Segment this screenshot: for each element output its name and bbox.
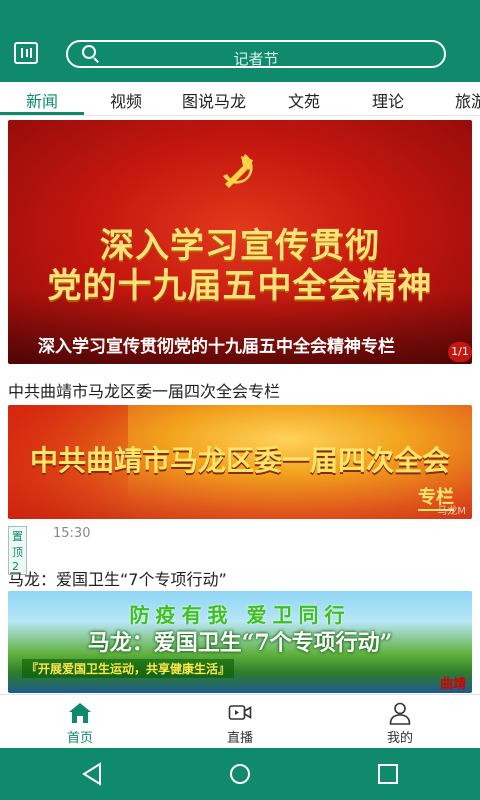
search-bar[interactable]: 记者节 — [66, 40, 446, 68]
article-title-1[interactable]: 中共曲靖市马龙区委一届四次全会专栏 — [8, 378, 280, 402]
live-video-icon — [228, 705, 252, 720]
tab-photo-malong[interactable]: 图说马龙 — [182, 88, 246, 112]
nav-live-label: 直播 — [226, 731, 253, 746]
tab-travel[interactable]: 旅游 — [455, 88, 480, 112]
back-icon[interactable] — [80, 762, 104, 786]
category-tabs: 新闻 视频 图说马龙 文苑 理论 旅游 — [0, 82, 480, 116]
tab-theory[interactable]: 理论 — [372, 88, 404, 112]
article-image-2-line2: 马龙：爱国卫生“7个专项行动” — [87, 630, 393, 656]
article-image-2-line1: 防疫有我 爱卫同行 — [129, 603, 351, 627]
article-time: 15:30 — [53, 526, 91, 541]
profile-icon — [389, 702, 411, 725]
article-image-2[interactable]: 防疫有我 爱卫同行 马龙：爱国卫生“7个专项行动” 『开展爱国卫生运动，共享健康… — [8, 591, 472, 693]
article-image-1-watermark: 马龙M — [437, 506, 466, 517]
recents-icon[interactable] — [376, 762, 400, 786]
tab-literature[interactable]: 文苑 — [288, 88, 320, 112]
app-header: 记者节 — [0, 0, 480, 82]
article-image-1-text: 中共曲靖市马龙区委一届四次全会 — [29, 444, 450, 477]
article-image-1[interactable]: 中共曲靖市马龙区委一届四次全会 专栏 马龙M — [8, 405, 472, 519]
home-icon — [69, 703, 91, 723]
nav-home-label: 首页 — [66, 731, 93, 746]
banner-headline-2: 党的十九届五中全会精神 — [47, 266, 433, 306]
banner-caption: 深入学习宣传贯彻党的十九届五中全会精神专栏 — [38, 337, 395, 357]
article-title-2[interactable]: 马龙：爱国卫生“7个专项行动” — [8, 566, 227, 590]
system-nav-bar — [0, 748, 480, 800]
nav-profile-label: 我的 — [386, 731, 413, 746]
bottom-nav: 首页 直播 我的 — [0, 694, 480, 748]
scan-icon[interactable] — [14, 42, 38, 64]
nav-live[interactable]: 直播 — [200, 699, 280, 747]
article-image-2-line3: 『开展爱国卫生运动，共享健康生活』 — [22, 659, 235, 678]
tab-news[interactable]: 新闻 — [26, 88, 58, 112]
app-root: 记者节 新闻 视频 图说马龙 文苑 理论 旅游 深入学习宣传贯彻 党的十九届五中… — [0, 0, 480, 800]
party-emblem-icon — [223, 154, 253, 188]
search-hint: 记者节 — [233, 50, 279, 68]
banner-page-counter: 1/1 — [448, 342, 472, 362]
tab-indicator — [0, 112, 84, 115]
nav-home[interactable]: 首页 — [40, 699, 120, 747]
nav-profile[interactable]: 我的 — [360, 699, 440, 747]
article-image-2-watermark: 曲靖 — [439, 677, 466, 692]
home-button-icon[interactable] — [228, 762, 252, 786]
tab-video[interactable]: 视频 — [110, 88, 142, 112]
